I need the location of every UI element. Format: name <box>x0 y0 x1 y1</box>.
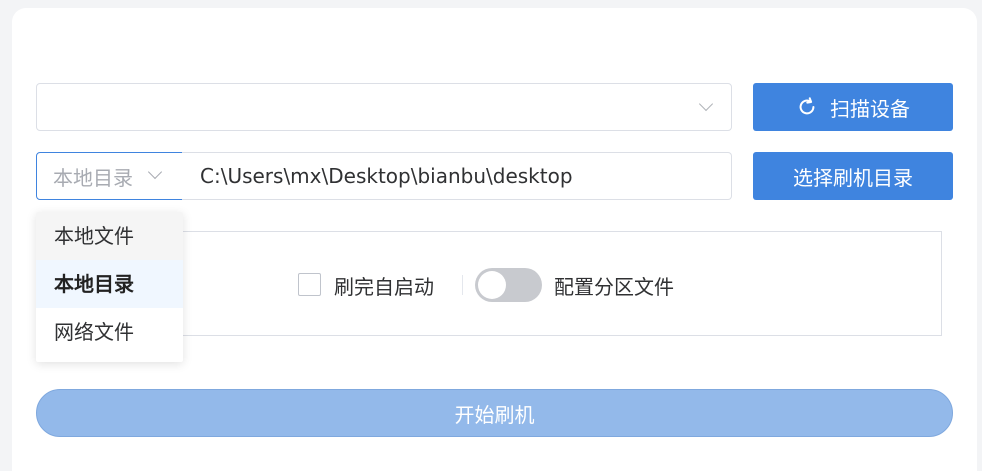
auto-start-checkbox[interactable] <box>298 273 321 296</box>
start-flash-label: 开始刷机 <box>454 402 535 427</box>
scan-devices-label: 扫描设备 <box>830 96 910 121</box>
scan-devices-button[interactable]: 扫描设备 <box>753 83 953 131</box>
dropdown-option-local-file[interactable]: 本地文件 <box>36 212 183 260</box>
start-flash-button[interactable]: 开始刷机 <box>36 389 953 437</box>
select-flash-directory-button[interactable]: 选择刷机目录 <box>753 152 953 200</box>
refresh-icon <box>799 97 815 115</box>
options-divider <box>462 275 463 295</box>
partition-config-label: 配置分区文件 <box>554 275 674 299</box>
partition-config-toggle[interactable] <box>475 268 542 302</box>
source-mode-dropdown: 本地文件 本地目录 网络文件 <box>36 212 183 362</box>
source-mode-select[interactable]: 本地目录 <box>36 152 183 200</box>
flash-path-input[interactable]: C:\Users\mx\Desktop\bianbu\desktop <box>182 152 732 200</box>
dropdown-option-local-directory[interactable]: 本地目录 <box>36 260 183 308</box>
chevron-down-icon <box>698 96 714 112</box>
select-flash-directory-label: 选择刷机目录 <box>793 165 913 190</box>
device-select[interactable] <box>36 83 732 131</box>
source-mode-value: 本地目录 <box>53 165 133 190</box>
dropdown-option-network-file[interactable]: 网络文件 <box>36 308 183 356</box>
flash-path-value: C:\Users\mx\Desktop\bianbu\desktop <box>200 164 573 188</box>
toggle-knob <box>478 271 506 299</box>
chevron-down-icon <box>147 164 163 180</box>
auto-start-label: 刷完自启动 <box>334 275 434 299</box>
